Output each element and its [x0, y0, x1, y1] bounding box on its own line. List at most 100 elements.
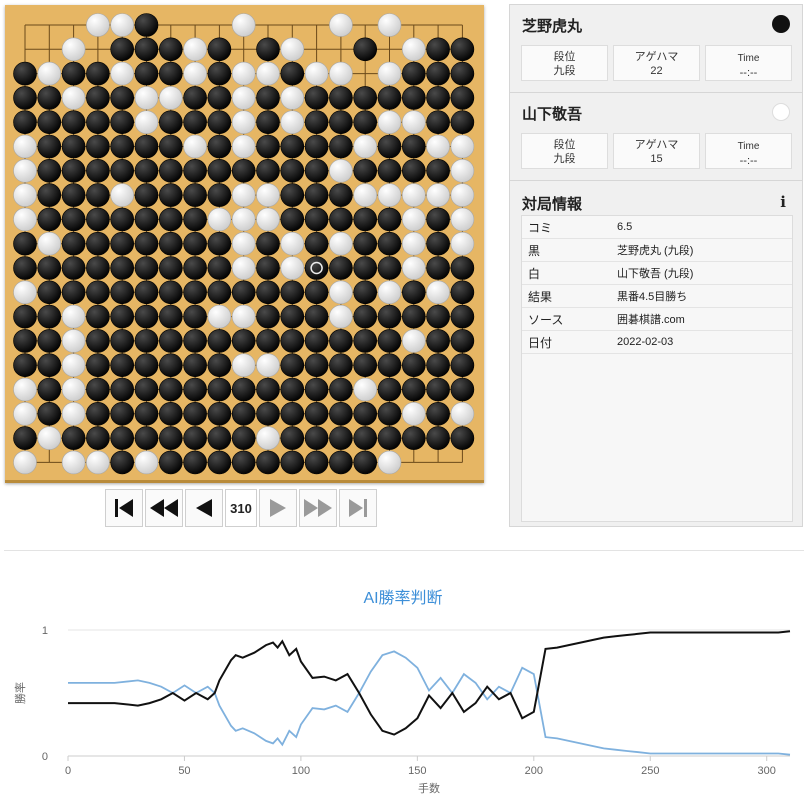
black-stone [329, 256, 353, 280]
white-stone [110, 13, 134, 37]
black-stone [353, 86, 378, 110]
white-stone [450, 183, 475, 207]
black-stone [110, 353, 134, 378]
info-row-black: 黒 芝野虎丸 (九段) [522, 239, 792, 262]
info-key: コミ [528, 220, 553, 235]
black-stone [353, 231, 378, 256]
black-stone [231, 450, 256, 475]
black-stone [110, 86, 134, 110]
black-stone [183, 329, 207, 353]
black-stone [159, 450, 183, 475]
black-stone [377, 401, 402, 426]
white-stone [61, 304, 86, 329]
white-stone [134, 110, 159, 134]
black-stone [280, 304, 305, 329]
black-stone [61, 134, 86, 159]
first-move-button[interactable] [105, 489, 143, 527]
black-stone [110, 110, 134, 134]
white-stone [256, 207, 280, 232]
white-stone [207, 304, 232, 329]
black-stone [207, 329, 232, 353]
white-stone [401, 401, 426, 426]
black-stone [159, 329, 183, 353]
white-stone [377, 13, 402, 37]
white-stone [61, 37, 86, 62]
move-number: 310 [225, 489, 257, 527]
back-ten-button[interactable] [145, 489, 183, 527]
rank-value: 九段 [553, 65, 576, 77]
white-stone [280, 110, 305, 134]
info-value: 黒番4.5目勝ち [617, 291, 688, 303]
black-stone [110, 159, 134, 183]
white-stone [231, 61, 256, 86]
black-stone [377, 134, 402, 159]
black-stone [86, 183, 110, 207]
black-stone [159, 37, 183, 62]
black-stone [37, 280, 62, 305]
black-stone [353, 329, 378, 353]
black-stone [450, 280, 475, 305]
win-rate-chart: AI勝率判断 0 1 0 50 100 150 200 250 300 手数 勝率 [13, 589, 791, 795]
white-stone [231, 256, 256, 280]
white-stone [329, 231, 353, 256]
captures-value: 22 [650, 65, 663, 77]
black-stone [256, 280, 280, 305]
black-stone [37, 183, 62, 207]
step-forward-icon [270, 499, 286, 517]
black-stone [61, 231, 86, 256]
black-stone [183, 159, 207, 183]
black-stone-icon [772, 15, 790, 33]
info-row-white: 白 山下敬吾 (九段) [522, 262, 792, 285]
black-stone [159, 134, 183, 159]
black-stone [13, 353, 37, 378]
black-stone [86, 256, 110, 280]
info-icon[interactable]: i [780, 193, 786, 211]
black-stone [256, 377, 280, 402]
white-stone [231, 13, 256, 37]
info-row-result: 結果 黒番4.5目勝ち [522, 285, 792, 308]
white-stone [207, 207, 232, 232]
last-move-button[interactable] [339, 489, 377, 527]
black-stone [426, 37, 450, 62]
black-stone [426, 231, 450, 256]
black-stone [377, 377, 402, 402]
board-grid[interactable] [5, 5, 484, 483]
forward-one-button[interactable] [259, 489, 297, 527]
info-value: 山下敬吾 (九段) [617, 268, 694, 280]
x-tick-label: 200 [525, 765, 543, 777]
black-stone [280, 329, 305, 353]
white-stone [37, 426, 62, 450]
black-stone [450, 61, 475, 86]
captures-label: アゲハマ [634, 139, 679, 151]
white-stone-icon [772, 103, 790, 121]
white-player-card: 山下敬吾 段位 九段 アゲハマ 15 Time --:-- [510, 93, 802, 181]
black-stone [304, 134, 329, 159]
black-stone [256, 450, 280, 475]
black-stone [207, 256, 232, 280]
white-stone [353, 134, 378, 159]
info-value: 6.5 [617, 221, 633, 233]
forward-ten-button[interactable] [299, 489, 337, 527]
black-stone [401, 159, 426, 183]
black-stone [61, 256, 86, 280]
black-stone [426, 159, 450, 183]
black-stone [134, 280, 159, 305]
chart-title: AI勝率判断 [363, 589, 442, 607]
black-stone [377, 86, 402, 110]
black-stone [256, 110, 280, 134]
black-stone [231, 426, 256, 450]
white-stone [110, 183, 134, 207]
black-stone [207, 134, 232, 159]
black-stone [207, 61, 232, 86]
back-one-button[interactable] [185, 489, 223, 527]
black-stone [13, 86, 37, 110]
black-stone [401, 353, 426, 378]
black-stone [207, 353, 232, 378]
white-stone [110, 61, 134, 86]
black-stone [183, 426, 207, 450]
black-stone [207, 37, 232, 62]
go-board[interactable] [5, 5, 484, 483]
black-stone [37, 110, 62, 134]
black-stone [13, 304, 37, 329]
black-stone [426, 207, 450, 232]
